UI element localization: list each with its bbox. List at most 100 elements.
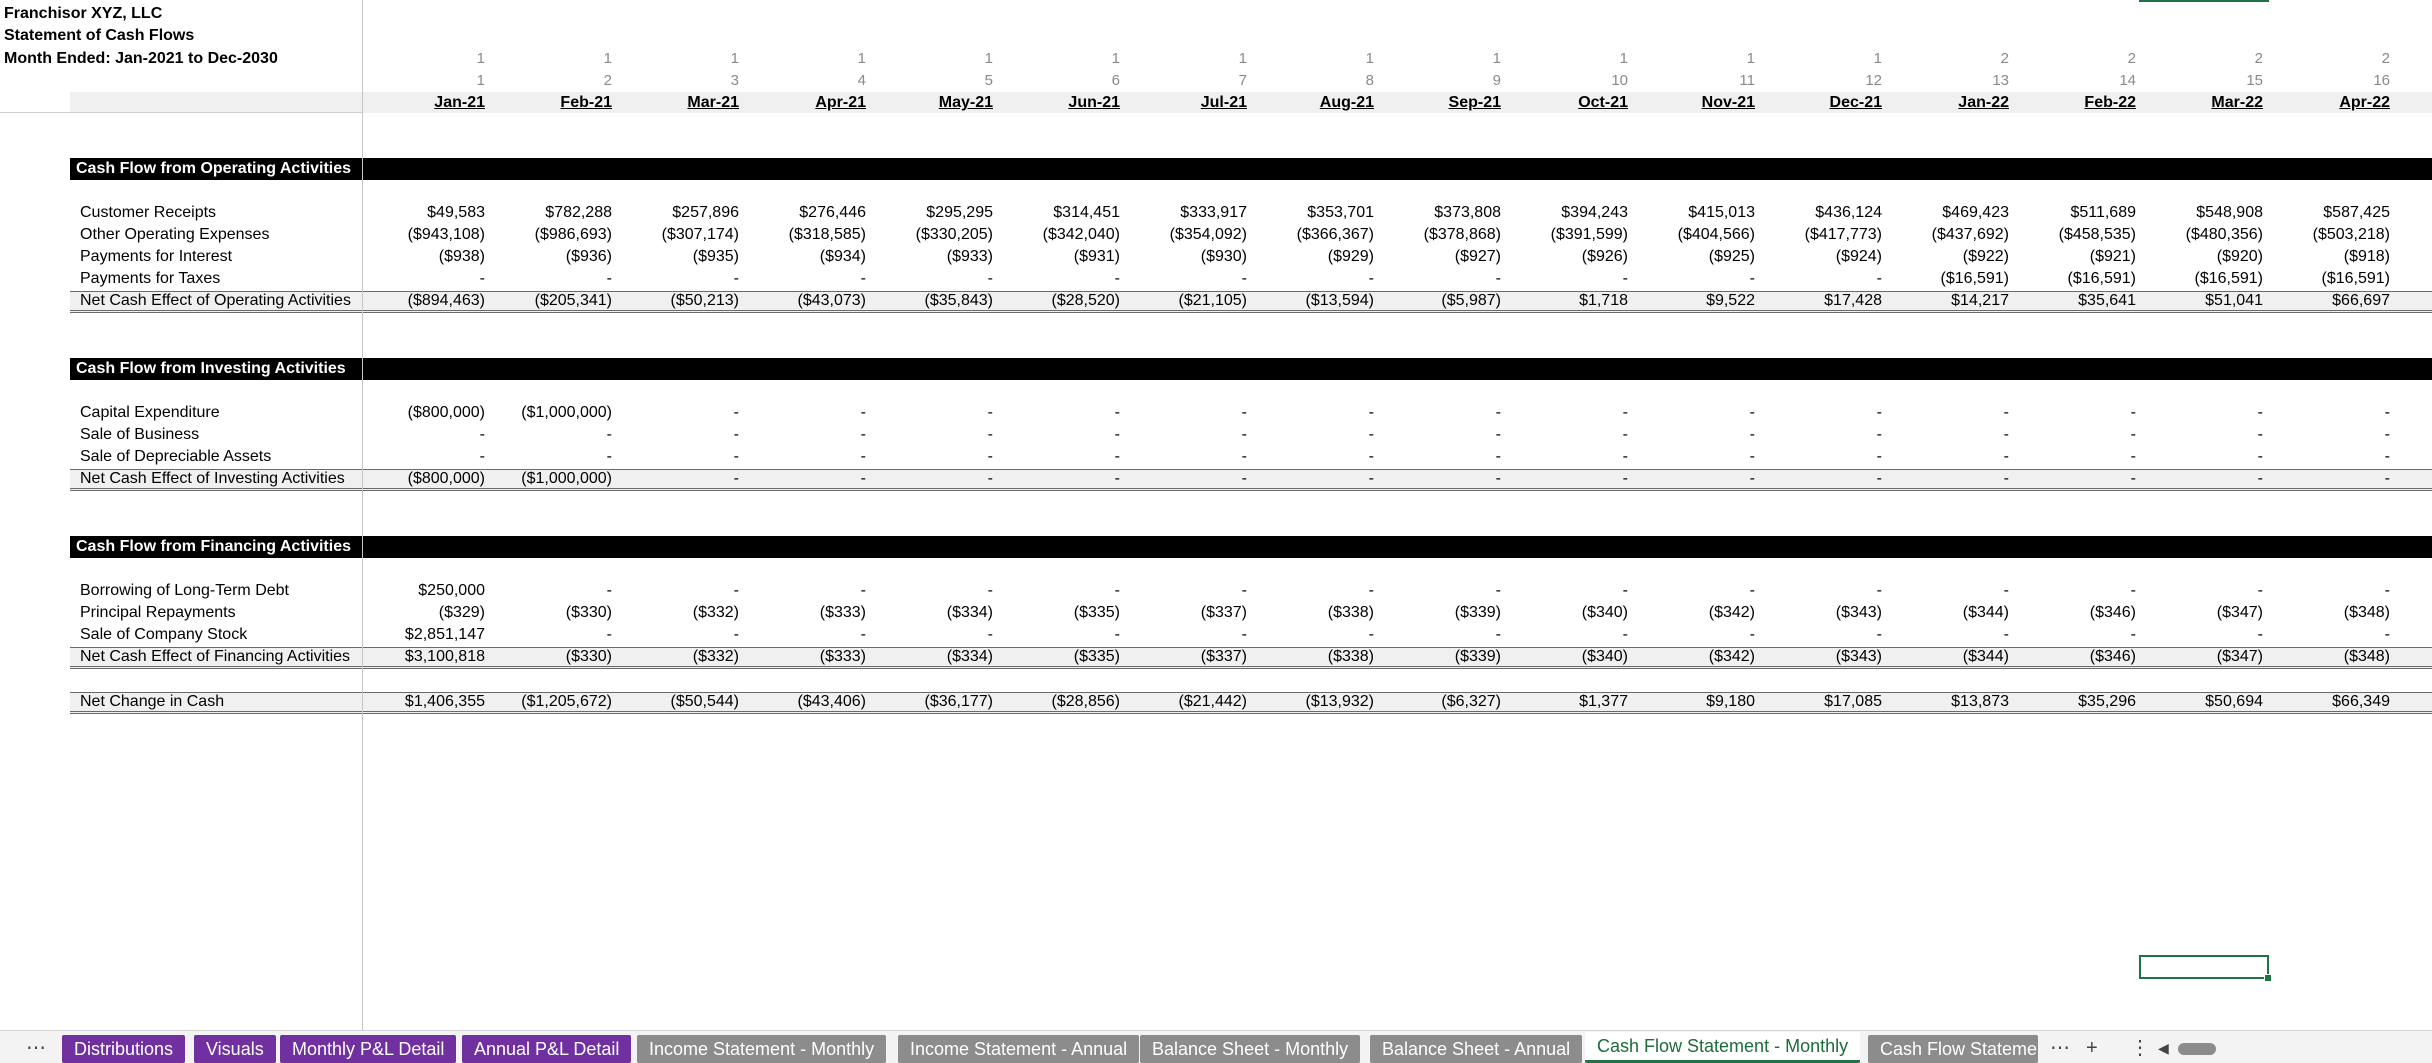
- line-item-value[interactable]: -: [1635, 626, 1755, 644]
- line-item-value[interactable]: ($935): [619, 248, 739, 266]
- section-total-value[interactable]: ($1,000,000): [492, 470, 612, 488]
- line-item-value[interactable]: -: [2143, 426, 2263, 444]
- line-item-value[interactable]: -: [1381, 404, 1501, 422]
- line-item-value[interactable]: $49,583: [365, 204, 485, 222]
- line-item-value[interactable]: -: [619, 404, 739, 422]
- line-item-value[interactable]: -: [1000, 582, 1120, 600]
- selected-cell[interactable]: [2139, 955, 2272, 982]
- spreadsheet-grid[interactable]: Franchisor XYZ, LLC Statement of Cash Fl…: [0, 0, 2432, 1030]
- line-item-value[interactable]: $353,701: [1254, 204, 1374, 222]
- line-item-value[interactable]: -: [2143, 448, 2263, 466]
- line-item-value[interactable]: -: [1254, 270, 1374, 288]
- sheet-tab[interactable]: Distributions: [62, 1035, 186, 1063]
- line-item-value[interactable]: -: [619, 626, 739, 644]
- section-total-value[interactable]: ($337): [1127, 648, 1247, 666]
- line-item-value[interactable]: -: [2143, 626, 2263, 644]
- sheet-tab[interactable]: Annual P&L Detail: [462, 1035, 632, 1063]
- line-item-value[interactable]: ($800,000): [365, 404, 485, 422]
- section-total-value[interactable]: -: [1127, 470, 1247, 488]
- line-item-value[interactable]: ($307,174): [619, 226, 739, 244]
- line-item-value[interactable]: -: [1762, 426, 1882, 444]
- section-total-value[interactable]: ($205,341): [492, 292, 612, 310]
- line-item-value[interactable]: -: [2016, 582, 2136, 600]
- line-item-value[interactable]: -: [746, 270, 866, 288]
- line-item-value[interactable]: ($339): [1381, 604, 1501, 622]
- line-item-value[interactable]: ($330,205): [873, 226, 993, 244]
- line-item-value[interactable]: -: [873, 582, 993, 600]
- section-total-value[interactable]: ($50,213): [619, 292, 740, 310]
- line-item-value[interactable]: ($503,218): [2270, 226, 2390, 244]
- line-item-value[interactable]: ($16,591): [2016, 270, 2137, 288]
- section-total-value[interactable]: ($21,105): [1127, 292, 1248, 310]
- line-item-value[interactable]: -: [746, 626, 866, 644]
- line-item-value[interactable]: ($925): [1635, 248, 1755, 266]
- line-item-value[interactable]: -: [1127, 626, 1247, 644]
- line-item-value[interactable]: ($16,591): [2270, 270, 2391, 288]
- section-total-value[interactable]: -: [2143, 470, 2263, 488]
- line-item-value[interactable]: -: [1889, 626, 2009, 644]
- sheet-tab[interactable]: Balance Sheet - Annual: [1370, 1035, 1583, 1063]
- line-item-value[interactable]: ($348): [2270, 604, 2390, 622]
- section-total-value[interactable]: -: [1635, 470, 1755, 488]
- line-item-value[interactable]: -: [1000, 448, 1120, 466]
- line-item-value[interactable]: -: [1127, 426, 1247, 444]
- section-total-value[interactable]: $9,522: [1635, 292, 1755, 310]
- line-item-value[interactable]: $314,451: [1000, 204, 1120, 222]
- line-item-value[interactable]: -: [2016, 448, 2136, 466]
- line-item-value[interactable]: -: [492, 448, 612, 466]
- line-item-value[interactable]: -: [1635, 582, 1755, 600]
- line-item-value[interactable]: ($929): [1254, 248, 1374, 266]
- line-item-value[interactable]: $333,917: [1127, 204, 1247, 222]
- line-item-value[interactable]: ($347): [2143, 604, 2263, 622]
- line-item-value[interactable]: -: [2270, 582, 2390, 600]
- line-item-value[interactable]: -: [2270, 426, 2390, 444]
- line-item-value[interactable]: -: [492, 270, 612, 288]
- line-item-value[interactable]: -: [2143, 404, 2263, 422]
- line-item-value[interactable]: ($437,692): [1889, 226, 2009, 244]
- line-item-value[interactable]: ($330): [492, 604, 612, 622]
- section-total-value[interactable]: ($344): [1889, 648, 2009, 666]
- line-item-value[interactable]: -: [1127, 448, 1247, 466]
- line-item-value[interactable]: -: [1762, 626, 1882, 644]
- line-item-value[interactable]: ($417,773): [1762, 226, 1882, 244]
- line-item-value[interactable]: -: [1635, 426, 1755, 444]
- line-item-value[interactable]: -: [2016, 426, 2136, 444]
- section-total-value[interactable]: -: [1000, 470, 1120, 488]
- line-item-value[interactable]: $548,908: [2143, 204, 2263, 222]
- line-item-value[interactable]: ($934): [746, 248, 866, 266]
- net-change-value[interactable]: $9,180: [1635, 693, 1755, 711]
- line-item-value[interactable]: ($342,040): [1000, 226, 1120, 244]
- section-total-value[interactable]: ($333): [746, 648, 866, 666]
- line-item-value[interactable]: ($931): [1000, 248, 1120, 266]
- line-item-value[interactable]: ($938): [365, 248, 485, 266]
- section-total-value[interactable]: ($347): [2143, 648, 2263, 666]
- line-item-value[interactable]: -: [1889, 404, 2009, 422]
- net-change-value[interactable]: $50,694: [2143, 693, 2263, 711]
- line-item-value[interactable]: ($337): [1127, 604, 1247, 622]
- sheet-options-icon[interactable]: ⋮: [2130, 1035, 2150, 1061]
- section-total-value[interactable]: ($330): [492, 648, 612, 666]
- line-item-value[interactable]: -: [1381, 448, 1501, 466]
- net-change-value[interactable]: $17,085: [1762, 693, 1882, 711]
- line-item-value[interactable]: ($933): [873, 248, 993, 266]
- net-change-value[interactable]: ($36,177): [873, 693, 994, 711]
- line-item-value[interactable]: -: [1889, 448, 2009, 466]
- line-item-value[interactable]: -: [1254, 582, 1374, 600]
- sheet-tab[interactable]: Monthly P&L Detail: [280, 1035, 457, 1063]
- line-item-value[interactable]: $415,013: [1635, 204, 1755, 222]
- line-item-value[interactable]: -: [746, 582, 866, 600]
- line-item-value[interactable]: -: [2270, 626, 2390, 644]
- net-change-value[interactable]: $13,873: [1889, 693, 2009, 711]
- line-item-value[interactable]: ($943,108): [365, 226, 485, 244]
- scroll-left-icon[interactable]: ◀: [2158, 1035, 2169, 1061]
- section-total-value[interactable]: ($348): [2270, 648, 2390, 666]
- section-total-value[interactable]: ($346): [2016, 648, 2136, 666]
- net-change-value[interactable]: $35,296: [2016, 693, 2136, 711]
- section-total-value[interactable]: -: [1889, 470, 2009, 488]
- line-item-value[interactable]: -: [1635, 270, 1755, 288]
- line-item-value[interactable]: -: [873, 404, 993, 422]
- line-item-value[interactable]: -: [1889, 426, 2009, 444]
- line-item-value[interactable]: -: [1762, 404, 1882, 422]
- line-item-value[interactable]: -: [746, 426, 866, 444]
- line-item-value[interactable]: -: [873, 426, 993, 444]
